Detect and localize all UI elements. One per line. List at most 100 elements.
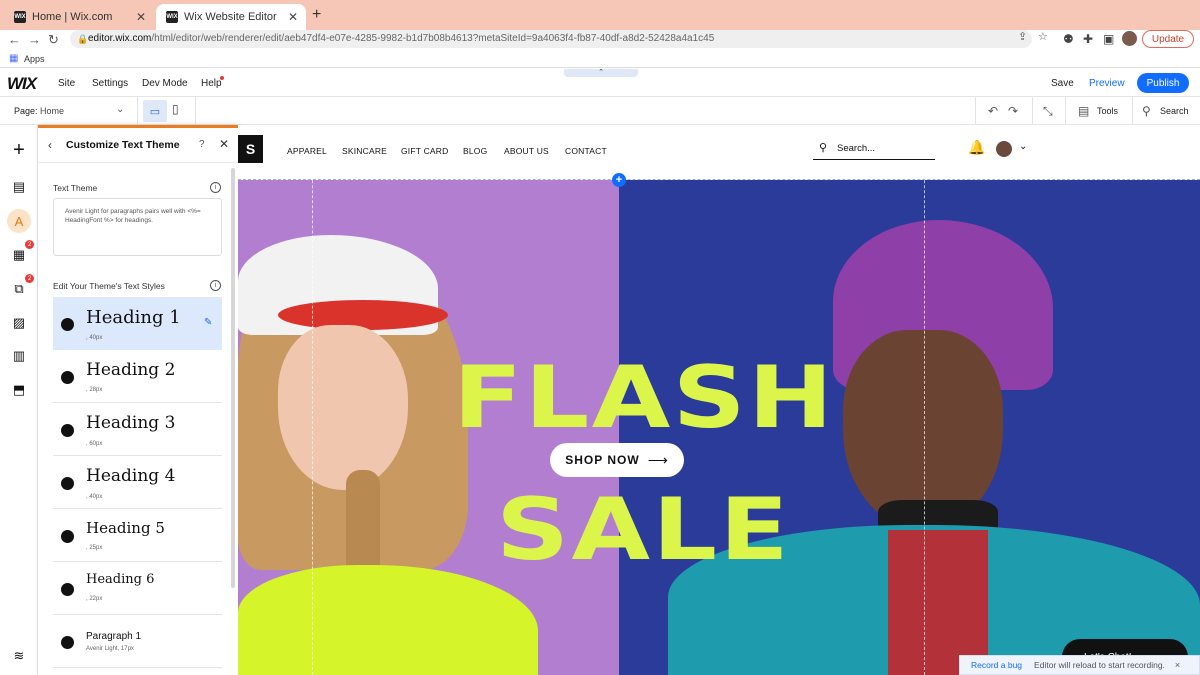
gridline-guide: [924, 125, 925, 675]
text-style-heading-4[interactable]: Heading 4 , 40px: [53, 456, 222, 509]
collapse-toolbar-chevron-icon[interactable]: ⌃: [564, 69, 638, 77]
url-path: /html/editor/web/renderer/edit/aeb47df4-…: [151, 33, 715, 44]
nav-contact[interactable]: CONTACT: [565, 146, 607, 156]
layers-icon[interactable]: ≋: [7, 644, 31, 668]
close-icon[interactable]: ✕: [219, 137, 229, 151]
update-button[interactable]: Update: [1142, 30, 1194, 48]
nav-skincare[interactable]: SKINCARE: [342, 146, 387, 156]
bookmark-apps[interactable]: Apps: [24, 54, 45, 64]
site-header[interactable]: S APPAREL SKINCARE GIFT CARD BLOG ABOUT …: [238, 125, 1200, 180]
extensions-puzzle-icon[interactable]: ✚: [1083, 32, 1093, 46]
text-style-heading-2[interactable]: Heading 2 , 28px: [53, 350, 222, 403]
menu-site[interactable]: Site: [58, 78, 75, 89]
site-logo[interactable]: S: [238, 135, 263, 163]
save-button[interactable]: Save: [1051, 78, 1074, 89]
tools-button[interactable]: Tools: [1097, 106, 1118, 116]
reload-icon[interactable]: ↻: [48, 32, 59, 48]
close-tab-icon[interactable]: ✕: [136, 10, 146, 24]
record-bug-link[interactable]: Record a bug: [971, 660, 1022, 670]
share-icon[interactable]: ⇪: [1018, 30, 1027, 43]
bookmarks-bar: ▦ Apps: [0, 50, 1200, 68]
menu-dev-mode[interactable]: Dev Mode: [142, 78, 188, 89]
hero-title-flash[interactable]: FLASH: [453, 348, 835, 448]
color-swatch: [61, 583, 74, 596]
help-icon[interactable]: ?: [199, 139, 205, 150]
text-style-heading-1[interactable]: Heading 1 , 40px ✎: [53, 297, 222, 350]
hero-section[interactable]: FLASH SALE SHOP NOW ⟶: [238, 180, 1200, 675]
color-swatch: [61, 477, 74, 490]
panel-scrollbar[interactable]: [231, 168, 235, 588]
bell-icon[interactable]: 🔔: [968, 139, 985, 156]
profile-extension-icon[interactable]: ⚉: [1063, 32, 1074, 46]
divider: [1032, 97, 1033, 125]
apps-grid-icon: ▦: [9, 53, 19, 64]
close-tab-icon[interactable]: ✕: [288, 10, 298, 24]
divider: [975, 97, 976, 125]
color-swatch: [61, 636, 74, 649]
chevron-down-icon[interactable]: ⌄: [1019, 141, 1027, 152]
left-toolbar: + ▤ A ▦ 2 ⧉ 2 ▨ ▥ ⬒ ≋: [0, 125, 38, 675]
search-button[interactable]: Search: [1160, 106, 1189, 116]
preview-button[interactable]: Preview: [1089, 78, 1125, 89]
forward-icon[interactable]: →: [28, 32, 41, 47]
add-section-plus-icon[interactable]: +: [612, 173, 626, 187]
back-arrow-icon[interactable]: ‹: [48, 138, 52, 152]
shop-now-label: SHOP NOW: [565, 453, 640, 467]
style-name: Heading 2: [86, 360, 176, 380]
menu-settings[interactable]: Settings: [92, 78, 128, 89]
menu-help[interactable]: Help: [201, 78, 222, 89]
tools-icon[interactable]: ▤: [1078, 104, 1089, 118]
zoom-out-icon[interactable]: ⤡: [1043, 104, 1053, 119]
nav-about-us[interactable]: ABOUT US: [504, 146, 549, 156]
search-icon[interactable]: ⚲: [1142, 104, 1151, 118]
browser-profile-avatar[interactable]: [1122, 31, 1137, 46]
publish-button[interactable]: Publish: [1137, 73, 1189, 93]
nav-blog[interactable]: BLOG: [463, 146, 487, 156]
add-elements-icon[interactable]: +: [7, 138, 31, 162]
browser-tab-home[interactable]: WIX Home | Wix.com ✕: [4, 4, 154, 30]
back-icon[interactable]: ←: [8, 32, 21, 47]
url-field[interactable]: 🔒 editor.wix.com/html/editor/web/rendere…: [70, 30, 1032, 48]
edit-pencil-icon[interactable]: ✎: [204, 317, 212, 328]
bookmark-star-icon[interactable]: ☆: [1038, 30, 1048, 43]
nav-apparel[interactable]: APPAREL: [287, 146, 327, 156]
site-canvas: S APPAREL SKINCARE GIFT CARD BLOG ABOUT …: [238, 125, 1200, 675]
shop-now-button[interactable]: SHOP NOW ⟶: [550, 443, 684, 477]
arrow-right-icon: ⟶: [647, 451, 669, 468]
notification-badge: 2: [25, 240, 34, 249]
style-name: Heading 5: [86, 519, 165, 537]
new-tab-button[interactable]: +: [312, 6, 321, 24]
media-icon[interactable]: ▨: [7, 311, 31, 335]
redo-icon[interactable]: ↷: [1008, 104, 1018, 118]
style-meta: , 22px: [86, 596, 103, 602]
nav-gift-card[interactable]: GIFT CARD: [401, 146, 448, 156]
close-icon[interactable]: ×: [1175, 660, 1180, 670]
text-style-heading-3[interactable]: Heading 3 , 60px: [53, 403, 222, 456]
avatar[interactable]: [996, 141, 1012, 157]
browser-tab-editor[interactable]: WIX Wix Website Editor ✕: [156, 4, 306, 30]
site-design-icon[interactable]: A: [7, 209, 31, 233]
wix-logo[interactable]: WIX: [7, 74, 37, 94]
mobile-view-icon[interactable]: ▯: [172, 102, 179, 116]
style-meta: , 60px: [86, 441, 103, 447]
info-icon[interactable]: i: [210, 280, 221, 291]
color-swatch: [61, 530, 74, 543]
info-icon[interactable]: i: [210, 182, 221, 193]
model-face: [278, 325, 408, 490]
cms-icon[interactable]: ▥: [7, 344, 31, 368]
hero-title-sale[interactable]: SALE: [496, 480, 791, 580]
text-style-heading-6[interactable]: Heading 6 , 22px: [53, 562, 222, 615]
chevron-down-icon[interactable]: ⌄: [116, 104, 124, 115]
site-search-input[interactable]: ⚲ Search...: [813, 137, 935, 160]
undo-icon[interactable]: ↶: [988, 104, 998, 118]
text-theme-dropdown[interactable]: Avenir Light for paragraphs pairs well w…: [53, 198, 222, 256]
tab-title: Home | Wix.com: [32, 11, 113, 23]
pages-icon[interactable]: ▤: [7, 175, 31, 199]
text-style-paragraph-1[interactable]: Paragraph 1 Avenir Light, 17px: [53, 615, 222, 668]
sidebar-icon[interactable]: ▣: [1103, 32, 1114, 46]
wix-app-market-icon[interactable]: ⬒: [7, 378, 31, 402]
desktop-view-icon[interactable]: ▭: [143, 100, 167, 122]
page-selector[interactable]: Page: Home: [14, 106, 64, 116]
color-swatch: [61, 371, 74, 384]
text-style-heading-5[interactable]: Heading 5 , 25px: [53, 509, 222, 562]
